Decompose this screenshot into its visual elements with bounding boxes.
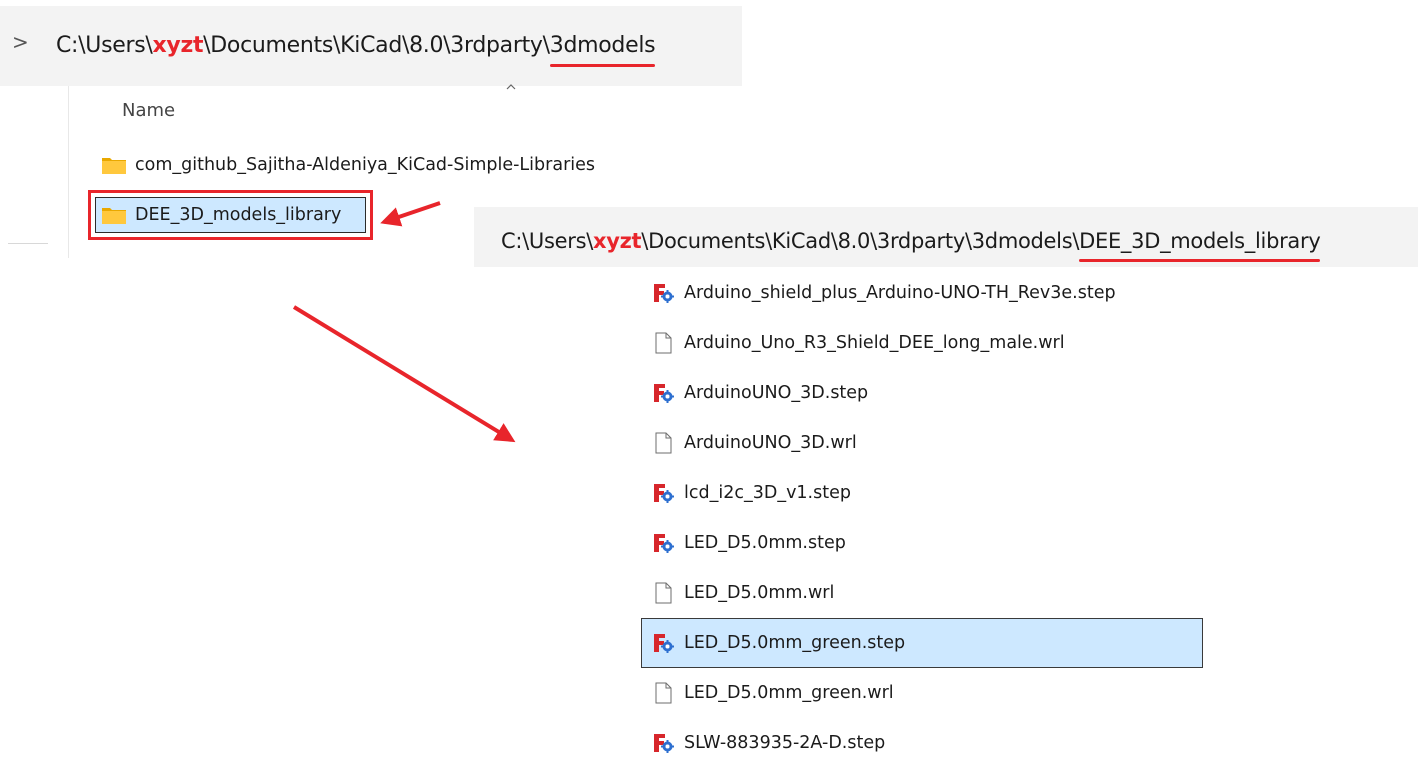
- arrow-to-folder: [380, 201, 441, 227]
- annotation-arrows: [292, 201, 516, 443]
- arrow-to-file-list: [292, 305, 516, 443]
